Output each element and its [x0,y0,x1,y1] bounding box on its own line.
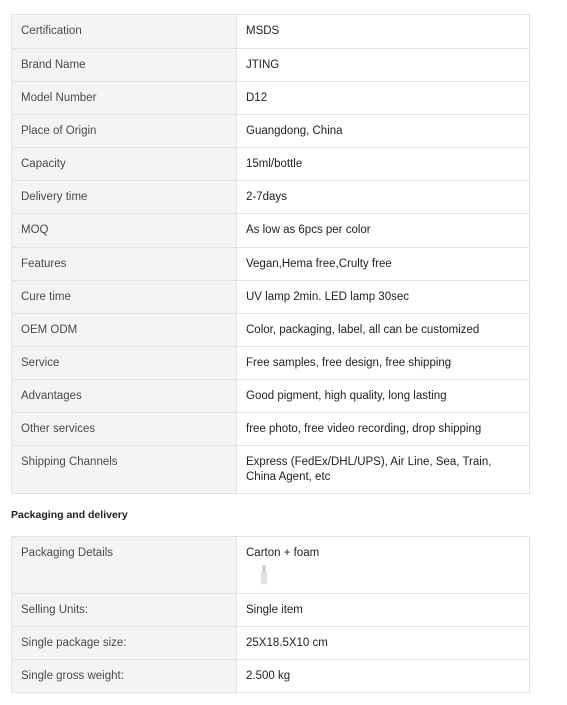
packaging-value: Single item [236,593,530,627]
attribute-key: Other services [11,412,237,446]
packaging-value: 2.500 kg [236,659,530,693]
packaging-key: Single package size: [11,626,237,660]
attribute-value: Vegan,Hema free,Crulty free [236,247,530,281]
table-row: Features Vegan,Hema free,Crulty free [11,247,530,281]
table-row: Packaging Details Carton + foam [11,536,530,594]
table-row: Single gross weight: 2.500 kg [11,659,530,693]
attribute-value: Good pigment, high quality, long lasting [236,379,530,413]
attribute-value: Guangdong, China [236,114,530,148]
attribute-key: Certification [11,14,237,49]
attribute-key: Capacity [11,147,237,181]
packaging-key: Single gross weight: [11,659,237,693]
attribute-value: Express (FedEx/DHL/UPS), Air Line, Sea, … [236,445,530,494]
attribute-key: Advantages [11,379,237,413]
packaging-key: Selling Units: [11,593,237,627]
attribute-key: Delivery time [11,180,237,214]
attribute-value: free photo, free video recording, drop s… [236,412,530,446]
table-row: Shipping Channels Express (FedEx/DHL/UPS… [11,445,530,494]
packaging-value: Carton + foam [246,547,320,559]
attribute-key: OEM ODM [11,313,237,347]
attribute-value: Free samples, free design, free shipping [236,346,530,380]
product-attributes-table: Certification MSDS Brand Name JTING Mode… [11,14,530,494]
packaging-key: Packaging Details [11,536,237,594]
attribute-value: MSDS [236,14,530,49]
table-row: Brand Name JTING [11,48,530,82]
attribute-key: MOQ [11,213,237,248]
attribute-key: Place of Origin [11,114,237,148]
attribute-value: JTING [236,48,530,82]
packaging-section-title: Packaging and delivery [11,509,128,521]
table-row: Selling Units: Single item [11,593,530,627]
packaging-value: 25X18.5X10 cm [236,626,530,660]
table-row: Service Free samples, free design, free … [11,346,530,380]
attribute-key: Brand Name [11,48,237,82]
table-row: Capacity 15ml/bottle [11,147,530,181]
table-row: OEM ODM Color, packaging, label, all can… [11,313,530,347]
attribute-value: Color, packaging, label, all can be cust… [236,313,530,347]
table-row: MOQ As low as 6pcs per color [11,213,530,248]
attribute-value: 15ml/bottle [236,147,530,181]
table-row: Advantages Good pigment, high quality, l… [11,379,530,413]
packaging-value-cell: Carton + foam [236,536,530,594]
attribute-key: Service [11,346,237,380]
table-row: Single package size: 25X18.5X10 cm [11,626,530,660]
bottle-thumbnail-icon[interactable] [261,565,267,585]
attribute-key: Model Number [11,81,237,115]
table-row: Certification MSDS [11,14,530,49]
attribute-key: Shipping Channels [11,445,237,494]
attribute-value: D12 [236,81,530,115]
attribute-value: UV lamp 2min. LED lamp 30sec [236,280,530,314]
packaging-table: Packaging Details Carton + foam Selling … [11,536,530,693]
attribute-key: Cure time [11,280,237,314]
table-row: Other services free photo, free video re… [11,412,530,446]
attribute-key: Features [11,247,237,281]
attribute-value: As low as 6pcs per color [236,213,530,248]
table-row: Model Number D12 [11,81,530,115]
table-row: Place of Origin Guangdong, China [11,114,530,148]
attribute-value: 2-7days [236,180,530,214]
table-row: Cure time UV lamp 2min. LED lamp 30sec [11,280,530,314]
table-row: Delivery time 2-7days [11,180,530,214]
